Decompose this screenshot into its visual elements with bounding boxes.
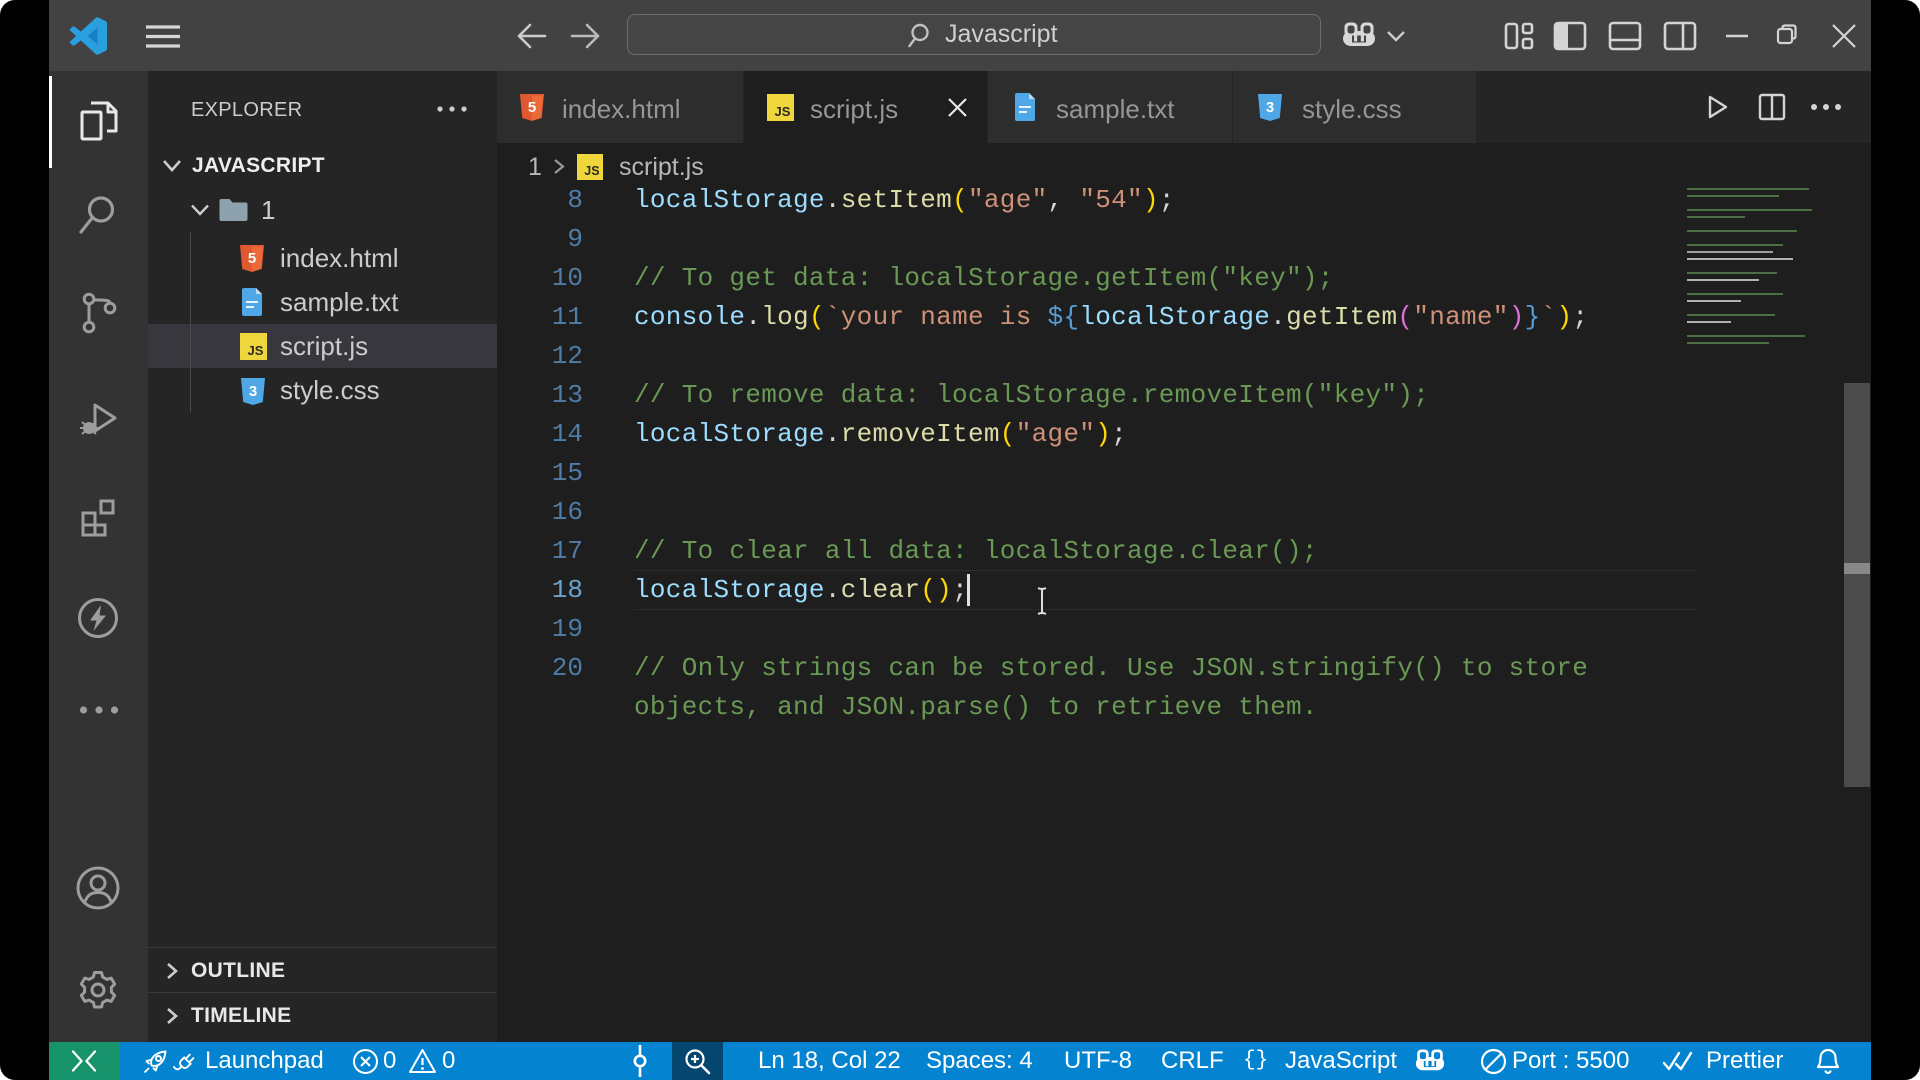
svg-text:JS: JS [248,343,264,358]
svg-text:3: 3 [249,383,257,400]
svg-text:5: 5 [528,99,536,116]
svg-text:JS: JS [584,164,599,178]
svg-text:3: 3 [1266,99,1274,116]
svg-text:JS: JS [775,104,791,119]
svg-text:5: 5 [248,250,256,267]
